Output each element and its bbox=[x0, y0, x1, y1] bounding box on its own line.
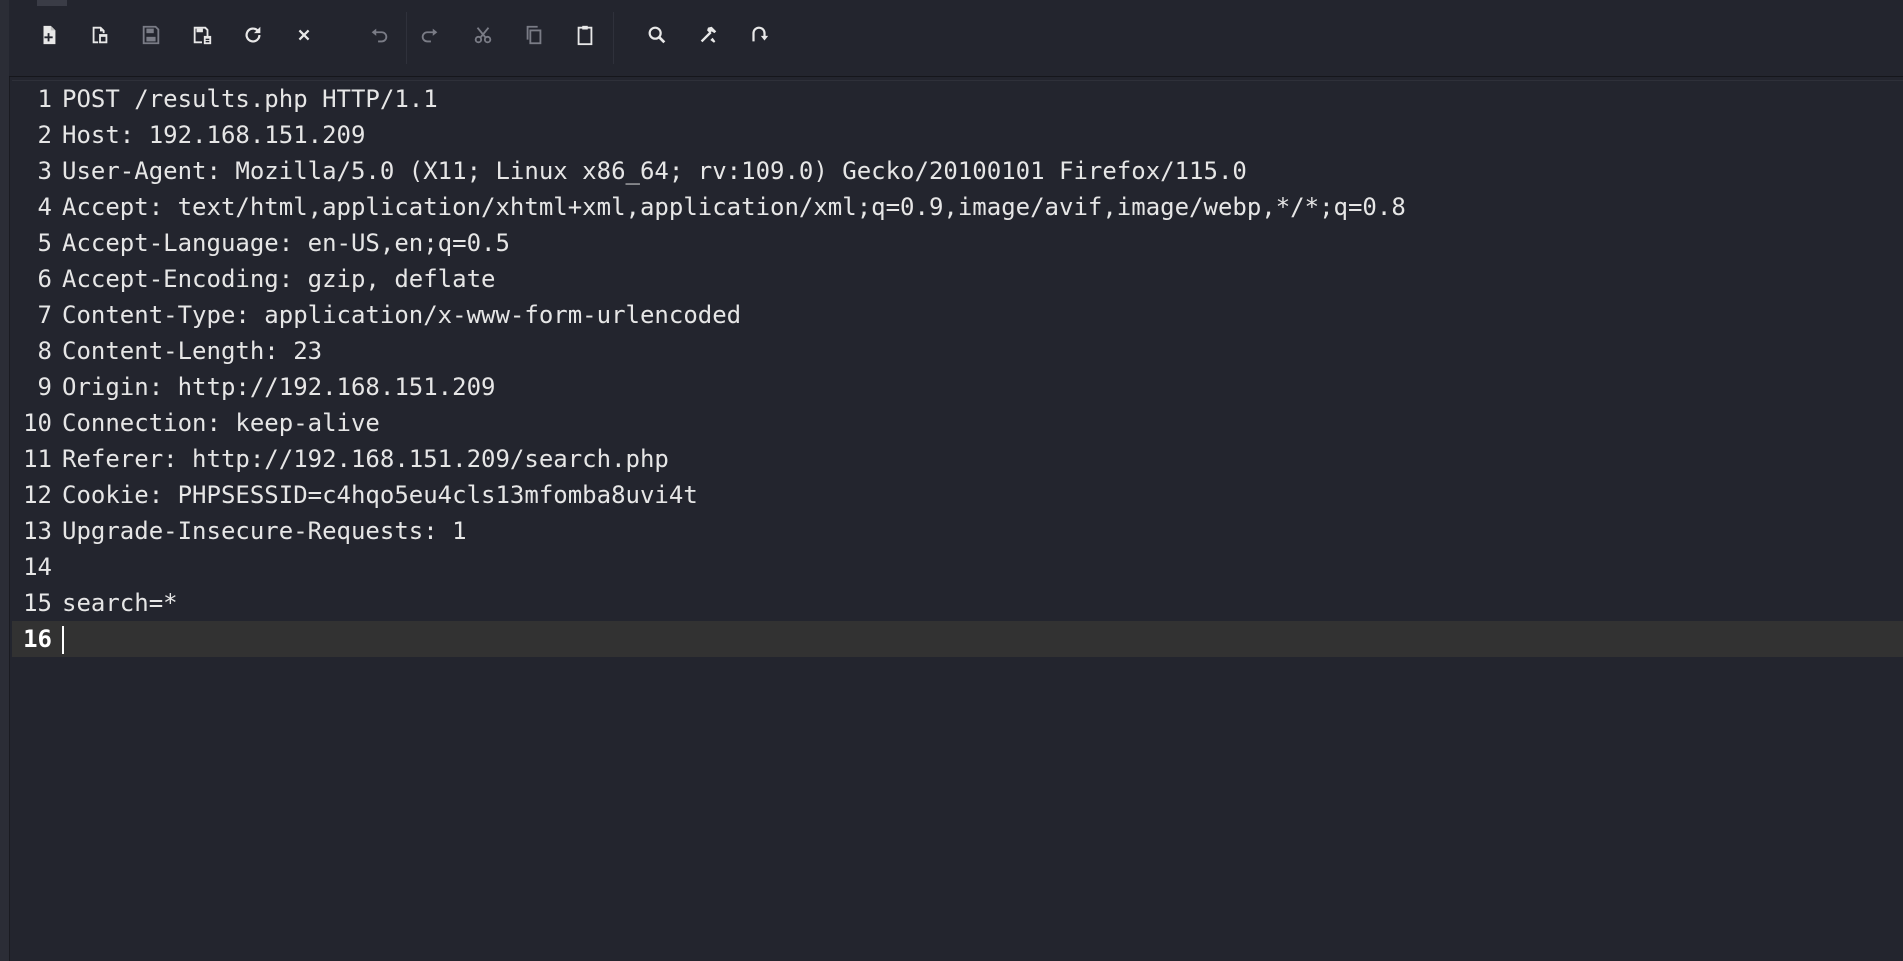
toolbar-separator bbox=[613, 12, 614, 64]
line-text[interactable]: POST /results.php HTTP/1.1 bbox=[62, 81, 438, 117]
close-icon bbox=[293, 24, 315, 50]
line-number: 2 bbox=[37, 121, 52, 149]
line-number: 6 bbox=[37, 265, 52, 293]
tools-button[interactable] bbox=[690, 19, 726, 55]
line-number: 11 bbox=[23, 445, 52, 473]
find-button[interactable] bbox=[639, 19, 675, 55]
line-text[interactable]: Connection: keep-alive bbox=[62, 405, 380, 441]
reload-button[interactable] bbox=[235, 19, 271, 55]
editor-line[interactable]: 15 search=* bbox=[12, 585, 1903, 621]
copy-icon bbox=[523, 24, 545, 50]
toolbar bbox=[9, 0, 1903, 77]
line-number: 14 bbox=[23, 553, 52, 581]
editor-line[interactable]: 1 POST /results.php HTTP/1.1 bbox=[12, 81, 1903, 117]
line-number: 3 bbox=[37, 157, 52, 185]
text-editor[interactable]: 1 POST /results.php HTTP/1.1 2 Host: 192.1… bbox=[12, 80, 1903, 961]
file-open-icon bbox=[89, 24, 111, 50]
paste-button[interactable] bbox=[567, 19, 603, 55]
line-text[interactable]: Accept-Language: en-US,en;q=0.5 bbox=[62, 225, 510, 261]
redo-icon bbox=[419, 24, 441, 50]
paste-icon bbox=[574, 24, 596, 50]
editor-line[interactable]: 12 Cookie: PHPSESSID=c4hqo5eu4cls13mfomba… bbox=[12, 477, 1903, 513]
undo-button[interactable] bbox=[361, 19, 397, 55]
undo-icon bbox=[368, 24, 390, 50]
line-number: 10 bbox=[23, 409, 52, 437]
line-text[interactable]: Content-Type: application/x-www-form-url… bbox=[62, 297, 741, 333]
line-text[interactable]: Host: 192.168.151.209 bbox=[62, 117, 365, 153]
line-number: 4 bbox=[37, 193, 52, 221]
replace-icon bbox=[748, 24, 770, 50]
open-file-button[interactable] bbox=[82, 19, 118, 55]
line-number: 16 bbox=[23, 625, 52, 653]
cut-button[interactable] bbox=[465, 19, 501, 55]
editor-line[interactable]: 4 Accept: text/html,application/xhtml+xml… bbox=[12, 189, 1903, 225]
new-file-button[interactable] bbox=[31, 19, 67, 55]
file-plus-icon bbox=[38, 24, 60, 50]
line-number: 9 bbox=[37, 373, 52, 401]
editor-line[interactable]: 3 User-Agent: Mozilla/5.0 (X11; Linux x86… bbox=[12, 153, 1903, 189]
editor-line[interactable]: 9 Origin: http://192.168.151.209 bbox=[12, 369, 1903, 405]
line-number: 13 bbox=[23, 517, 52, 545]
toolbar-separator bbox=[406, 12, 407, 64]
redo-button[interactable] bbox=[412, 19, 448, 55]
line-text[interactable]: Accept: text/html,application/xhtml+xml,… bbox=[62, 189, 1406, 225]
reload-icon bbox=[242, 24, 264, 50]
line-text[interactable]: Referer: http://192.168.151.209/search.p… bbox=[62, 441, 669, 477]
hammer-icon bbox=[697, 24, 719, 50]
save-as-button[interactable] bbox=[184, 19, 220, 55]
search-icon bbox=[646, 24, 668, 50]
save-button[interactable] bbox=[133, 19, 169, 55]
cut-icon bbox=[472, 24, 494, 50]
line-text[interactable]: User-Agent: Mozilla/5.0 (X11; Linux x86_… bbox=[62, 153, 1247, 189]
line-number: 8 bbox=[37, 337, 52, 365]
line-text[interactable]: Content-Length: 23 bbox=[62, 333, 322, 369]
toolbar-tab-marker bbox=[37, 0, 67, 6]
line-text[interactable]: Cookie: PHPSESSID=c4hqo5eu4cls13mfomba8u… bbox=[62, 477, 698, 513]
line-text[interactable]: Accept-Encoding: gzip, deflate bbox=[62, 261, 495, 297]
line-number: 5 bbox=[37, 229, 52, 257]
line-number: 1 bbox=[37, 85, 52, 113]
editor-line-current[interactable]: 16 bbox=[12, 621, 1903, 657]
save-icon bbox=[140, 24, 162, 50]
editor-line[interactable]: 10 Connection: keep-alive bbox=[12, 405, 1903, 441]
line-text[interactable]: Upgrade-Insecure-Requests: 1 bbox=[62, 513, 467, 549]
line-text[interactable]: Origin: http://192.168.151.209 bbox=[62, 369, 495, 405]
text-cursor bbox=[62, 626, 64, 654]
line-number: 12 bbox=[23, 481, 52, 509]
side-panel-edge bbox=[0, 0, 10, 961]
editor-line[interactable]: 14 bbox=[12, 549, 1903, 585]
editor-line[interactable]: 8 Content-Length: 23 bbox=[12, 333, 1903, 369]
editor-line[interactable]: 6 Accept-Encoding: gzip, deflate bbox=[12, 261, 1903, 297]
save-as-icon bbox=[191, 24, 213, 50]
editor-line[interactable]: 13 Upgrade-Insecure-Requests: 1 bbox=[12, 513, 1903, 549]
line-number: 7 bbox=[37, 301, 52, 329]
editor-line[interactable]: 5 Accept-Language: en-US,en;q=0.5 bbox=[12, 225, 1903, 261]
editor-line[interactable]: 7 Content-Type: application/x-www-form-ur… bbox=[12, 297, 1903, 333]
replace-button[interactable] bbox=[741, 19, 777, 55]
line-text[interactable]: search=* bbox=[62, 585, 178, 621]
line-number: 15 bbox=[23, 589, 52, 617]
copy-button[interactable] bbox=[516, 19, 552, 55]
text-editor-window: 1 POST /results.php HTTP/1.1 2 Host: 192.1… bbox=[0, 0, 1903, 961]
editor-line[interactable]: 2 Host: 192.168.151.209 bbox=[12, 117, 1903, 153]
close-button[interactable] bbox=[286, 19, 322, 55]
editor-line[interactable]: 11 Referer: http://192.168.151.209/search… bbox=[12, 441, 1903, 477]
